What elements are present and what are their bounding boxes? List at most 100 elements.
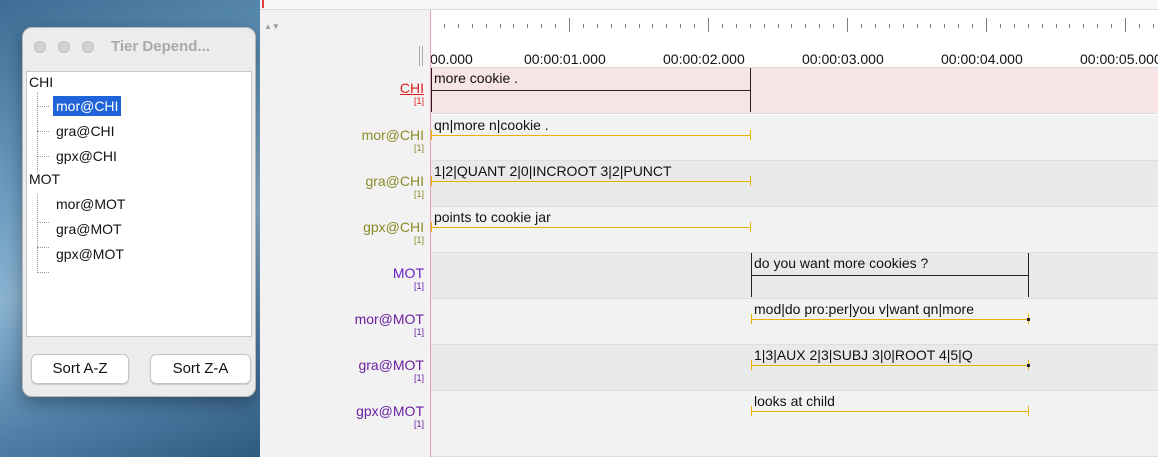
ruler-tick (582, 24, 584, 28)
zoom-window-button[interactable] (82, 41, 94, 53)
tree-node-gra-chi[interactable]: gra@CHI (56, 121, 115, 141)
ruler-tick (763, 24, 765, 28)
tier-label[interactable]: gpx@CHI [1] (260, 219, 424, 245)
sort-a-z-button[interactable]: Sort A-Z (31, 354, 129, 384)
ruler-tick (610, 24, 612, 28)
annotation-segment[interactable]: do you want more cookies ? (751, 253, 1029, 299)
tier-name: mor@CHI (361, 127, 424, 143)
annotation-segment[interactable]: 1|3|AUX 2|3|SUBJ 3|0|ROOT 4|5|Q (751, 345, 1030, 391)
annotation-editor: ▲▼ 00.000 00:00:01.000 00:00:02.000 00:00:0… (260, 0, 1158, 457)
tier-index: [1] (413, 96, 424, 106)
tier-label[interactable]: mor@CHI [1] (260, 127, 424, 153)
ruler-tick (833, 24, 835, 28)
ruler-tick (596, 24, 598, 28)
column-resize-handle[interactable] (419, 46, 423, 66)
ruler-tick (471, 24, 473, 28)
ruler-tick (986, 18, 987, 32)
tree-node-mor-chi[interactable]: mor@CHI (53, 96, 122, 116)
segment-start-boundary[interactable] (751, 314, 752, 324)
segment-end-boundary[interactable] (1028, 406, 1029, 416)
tier-name: gra@MOT (358, 357, 424, 373)
tier-label[interactable]: mor@MOT [1] (260, 311, 424, 337)
ruler-tick (680, 24, 682, 28)
tier-name: gra@CHI (365, 173, 424, 189)
tree-node-mot[interactable]: MOT (29, 169, 60, 189)
tier-label[interactable]: gpx@MOT [1] (260, 403, 424, 429)
annotation-text: 1|2|QUANT 2|0|INCROOT 3|2|PUNCT (434, 163, 672, 179)
segment-start-boundary[interactable] (751, 360, 752, 370)
ruler-tick (569, 18, 570, 32)
ruler-time-label: 00:00:03.000 (802, 51, 884, 67)
ruler-tick (1152, 24, 1154, 28)
tree-connector (37, 247, 49, 248)
ruler-tick (1069, 24, 1071, 28)
ruler-tick (1013, 24, 1015, 28)
segment-end-boundary[interactable] (750, 176, 751, 186)
tier-index: [1] (413, 189, 424, 199)
annotation-text: 1|3|AUX 2|3|SUBJ 3|0|ROOT 4|5|Q (754, 347, 973, 363)
tree-node-gra-mot[interactable]: gra@MOT (56, 219, 122, 239)
ruler-tick (721, 24, 723, 28)
window-titlebar[interactable]: Tier Depend... (23, 28, 255, 66)
tree-node-gpx-mot[interactable]: gpx@MOT (56, 244, 124, 264)
ruler-tick (930, 24, 932, 28)
ruler-time-label: 00:00:02.000 (663, 51, 745, 67)
annotation-segment[interactable]: points to cookie jar (431, 207, 751, 253)
segment-start-boundary[interactable] (431, 222, 432, 232)
segment-end-boundary[interactable] (1028, 253, 1029, 297)
playhead-marker (262, 0, 264, 8)
annotation-segment[interactable]: looks at child (751, 391, 1029, 457)
ruler-tick (749, 24, 751, 28)
top-strip (260, 0, 1158, 10)
tier-index: [1] (413, 235, 424, 245)
segment-start-boundary[interactable] (431, 68, 432, 112)
ruler-tick (999, 24, 1001, 28)
ruler-tick (652, 24, 654, 28)
tier-index: [1] (413, 373, 424, 383)
annotation-segment[interactable]: 1|2|QUANT 2|0|INCROOT 3|2|PUNCT (431, 161, 751, 207)
ruler-tick (1055, 24, 1057, 28)
ruler-tick (916, 24, 918, 28)
ruler-tick (1083, 24, 1085, 28)
tree-node-gpx-chi[interactable]: gpx@CHI (56, 146, 117, 166)
ruler-tick (485, 24, 487, 28)
sort-z-a-button[interactable]: Sort Z-A (150, 354, 251, 384)
tier-label[interactable]: gra@CHI [1] (260, 173, 424, 199)
ruler-tick (902, 24, 904, 28)
ruler-tick (860, 24, 862, 28)
ruler-tick (735, 24, 737, 28)
ruler-tick (624, 24, 626, 28)
ruler-tick (1111, 24, 1113, 28)
segment-start-boundary[interactable] (751, 253, 752, 297)
annotation-segment[interactable]: mod|do pro:per|you v|want qn|more (751, 299, 1030, 345)
ruler-tick (694, 24, 696, 28)
annotation-text: more cookie . (434, 70, 519, 86)
tier-label[interactable]: CHI [1] (260, 80, 424, 106)
time-ruler[interactable]: 00.000 00:00:01.000 00:00:02.000 00:00:03.0… (430, 10, 1158, 67)
segment-start-boundary[interactable] (751, 406, 752, 416)
ruler-tick (805, 24, 807, 28)
segment-start-boundary[interactable] (431, 130, 432, 140)
tree-connector (37, 272, 49, 273)
segment-end-boundary[interactable] (750, 130, 751, 140)
ruler-tick (874, 24, 876, 28)
tree-connector (37, 156, 49, 157)
close-window-button[interactable] (34, 41, 46, 53)
tier-label[interactable]: MOT [1] (260, 265, 424, 291)
segment-start-boundary[interactable] (431, 176, 432, 186)
annotation-segment[interactable]: qn|more n|cookie . (431, 115, 751, 161)
minimize-window-button[interactable] (58, 41, 70, 53)
ruler-tick (888, 24, 890, 28)
segment-end-boundary[interactable] (750, 222, 751, 232)
tree-node-mor-mot[interactable]: mor@MOT (56, 194, 125, 214)
tree-node-chi[interactable]: CHI (29, 72, 53, 92)
segment-end-dot (1027, 364, 1030, 367)
ruler-tick (638, 24, 640, 28)
annotation-segment[interactable]: more cookie . (431, 68, 751, 114)
tier-index: [1] (413, 419, 424, 429)
segment-extent-line (751, 319, 1029, 320)
sort-arrows-icon[interactable]: ▲▼ (264, 22, 280, 31)
tree-connector (37, 194, 38, 273)
tier-label[interactable]: gra@MOT [1] (260, 357, 424, 383)
segment-end-boundary[interactable] (750, 68, 751, 112)
